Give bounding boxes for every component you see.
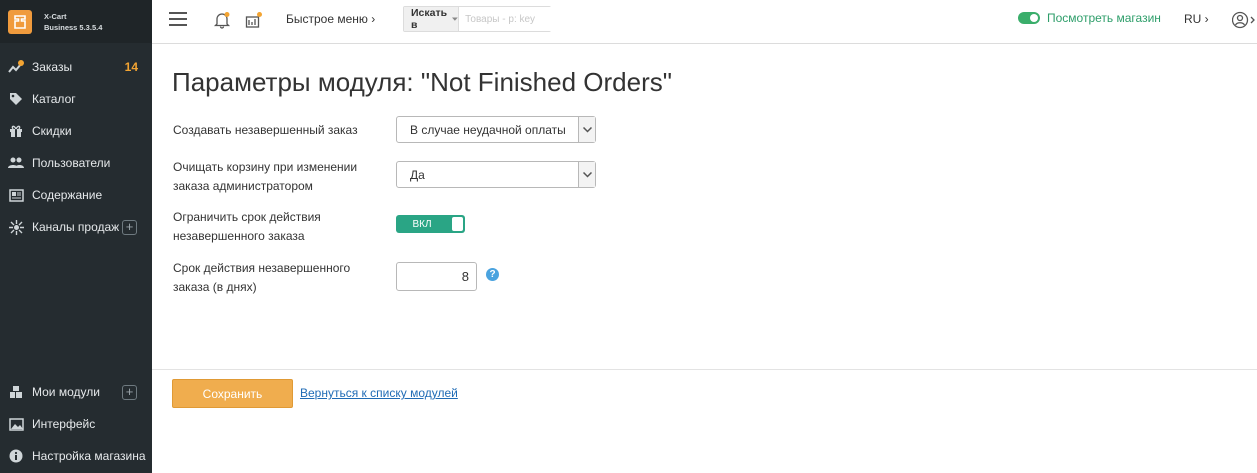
sidebar-item-label: Каталог <box>32 92 76 106</box>
footer-divider <box>152 369 1257 370</box>
sidebar-item-discounts[interactable]: Скидки <box>0 117 152 145</box>
menu-toggle-icon[interactable] <box>169 12 187 26</box>
sidebar-item-label: Заказы <box>32 60 73 74</box>
image-icon <box>8 416 24 432</box>
sidebar-item-label: Настройка магазина <box>32 449 146 463</box>
store-online-toggle-icon <box>1018 12 1040 24</box>
toggle-state-label: ВКЛ <box>412 218 432 230</box>
quick-menu-link[interactable]: Быстрое меню › <box>286 12 375 26</box>
clear-cart-value: Да <box>410 167 425 182</box>
sidebar-item-interface[interactable]: Интерфейс <box>0 410 152 438</box>
brand-name: X-Cart <box>44 11 67 21</box>
search-input[interactable] <box>459 7 598 31</box>
save-button[interactable]: Сохранить <box>172 379 293 408</box>
chevron-down-icon <box>578 117 595 142</box>
sidebar-item-sales-channels[interactable]: Каналы продаж + <box>0 213 152 241</box>
create-order-select[interactable]: В случае неудачной оплаты <box>396 116 596 143</box>
ttl-days-input[interactable]: 8 <box>396 262 477 291</box>
chevron-down-icon <box>452 16 459 21</box>
xcart-logo-icon <box>8 9 32 34</box>
sidebar: X-Cart Business 5.3.5.4 Заказы 14 Катало… <box>0 0 152 473</box>
search-scope-select[interactable]: Искать в <box>404 7 460 31</box>
add-module-button[interactable]: + <box>122 384 137 400</box>
sidebar-item-label: Интерфейс <box>32 417 96 431</box>
toggle-knob <box>452 217 463 231</box>
brand-text: X-Cart Business 5.3.5.4 <box>44 11 102 33</box>
back-to-modules-link[interactable]: Вернуться к списку модулей <box>300 386 458 400</box>
bell-icon[interactable] <box>213 11 231 29</box>
sidebar-item-label: Содержание <box>32 188 103 202</box>
language-selector[interactable]: RU › <box>1184 12 1209 26</box>
brand-version: Business 5.3.5.4 <box>44 22 103 32</box>
puzzle-icon <box>8 384 24 400</box>
orders-icon <box>8 59 24 75</box>
top-header: Быстрое меню › Искать в Посмотреть магаз… <box>152 0 1257 44</box>
gift-icon <box>8 123 24 139</box>
sidebar-item-store-setup[interactable]: Настройка магазина <box>0 442 152 470</box>
brand[interactable]: X-Cart Business 5.3.5.4 <box>0 0 152 43</box>
add-sales-channel-button[interactable]: + <box>122 219 137 235</box>
view-store-label: Посмотреть магазин <box>1047 11 1161 25</box>
help-icon[interactable]: ? <box>486 268 499 281</box>
view-store-link[interactable]: Посмотреть магазин <box>1018 11 1161 25</box>
content-icon <box>8 187 24 203</box>
sidebar-item-my-modules[interactable]: Мои модули + <box>0 378 152 406</box>
sidebar-item-users[interactable]: Пользователи <box>0 149 152 177</box>
sidebar-item-label: Мои модули <box>32 385 100 399</box>
user-menu-icon[interactable] <box>1231 11 1256 32</box>
sidebar-item-orders[interactable]: Заказы 14 <box>0 53 152 81</box>
orders-count-badge: 14 <box>124 60 138 74</box>
search-scope-label: Искать в <box>411 7 448 31</box>
sidebar-item-label: Пользователи <box>32 156 111 170</box>
limit-lifetime-toggle[interactable]: ВКЛ <box>396 215 465 233</box>
store-status-icon[interactable] <box>245 11 263 29</box>
clear-cart-label: Очищать корзину при изменении заказа адм… <box>173 160 358 193</box>
chevron-down-icon <box>578 162 595 187</box>
create-order-value: В случае неудачной оплаты <box>410 122 566 137</box>
clear-cart-select[interactable]: Да <box>396 161 596 188</box>
channels-icon <box>8 219 24 235</box>
sidebar-item-content[interactable]: Содержание <box>0 181 152 209</box>
page-title: Параметры модуля: "Not Finished Orders" <box>172 67 672 97</box>
sidebar-item-label: Каналы продаж <box>32 220 120 234</box>
ttl-days-label: Срок действия незавершенного заказа (в д… <box>173 261 351 294</box>
sidebar-item-label: Скидки <box>32 124 72 138</box>
search-box: Искать в <box>403 6 598 32</box>
info-icon <box>8 448 24 464</box>
users-icon <box>8 155 24 171</box>
sidebar-item-catalog[interactable]: Каталог <box>0 85 152 113</box>
create-order-label: Создавать незавершенный заказ <box>173 123 358 137</box>
tag-icon <box>8 91 24 107</box>
limit-lifetime-label: Ограничить срок действия незавершенного … <box>173 210 321 243</box>
